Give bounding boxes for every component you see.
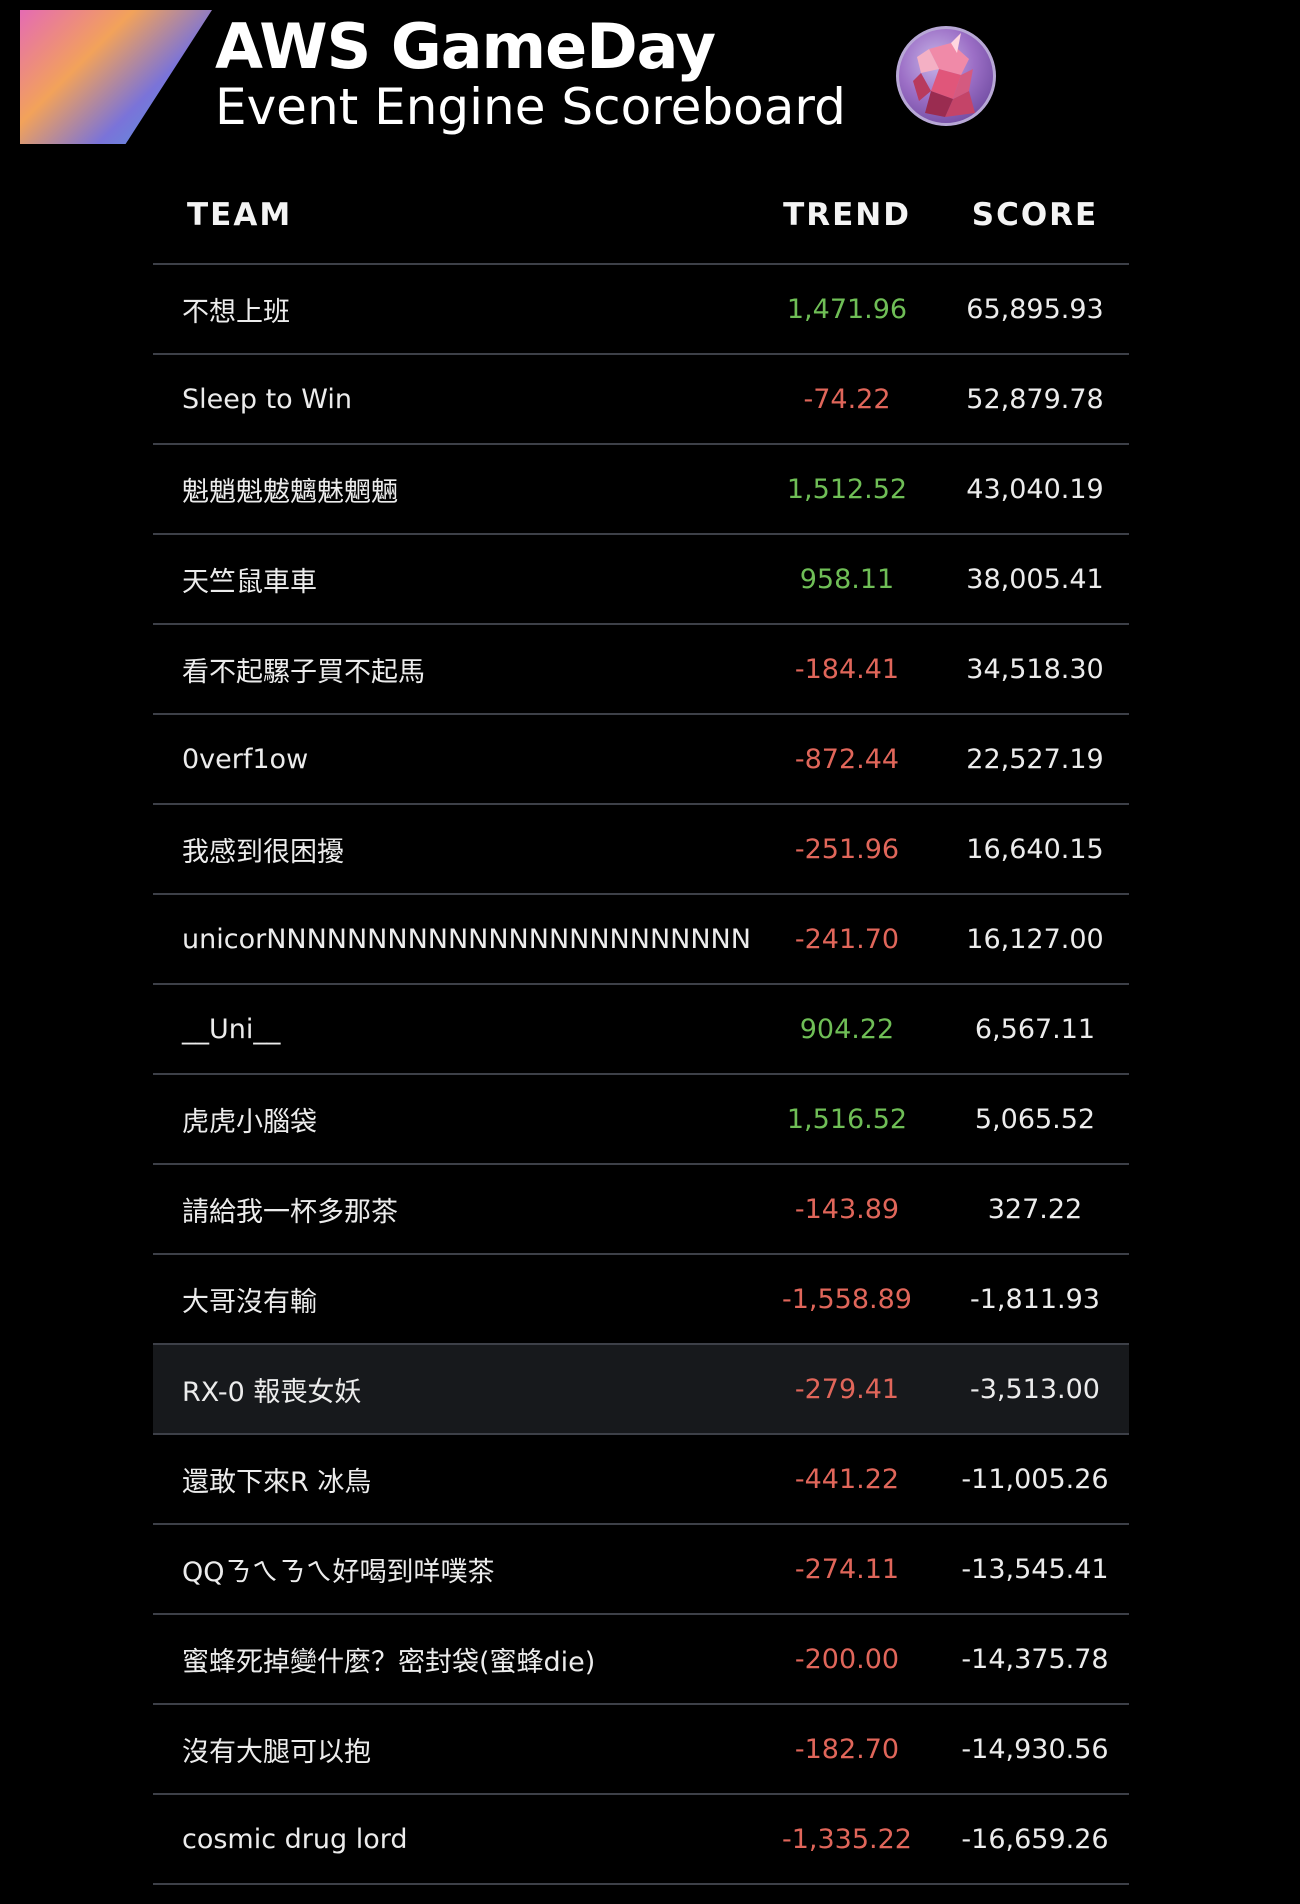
table-row: 虎虎小腦袋 1,516.52 5,065.52 (153, 1075, 1129, 1165)
score-value: 22,527.19 (966, 743, 1104, 775)
team-name: 還敢下來R 冰鳥 (182, 1466, 372, 1498)
team-name: 0verf1ow (182, 743, 309, 775)
table-row: 我感到很困擾 -251.96 16,640.15 (153, 805, 1129, 895)
trend-value: -143.89 (794, 1193, 900, 1225)
score-value: -1,811.93 (970, 1283, 1100, 1315)
table-row: cosmic drug lord -1,335.22 -16,659.26 (153, 1795, 1129, 1885)
team-name: 魁魈魁魃魑魅魍魎 (182, 476, 398, 508)
trend-value: -74.22 (803, 383, 891, 415)
team-name: unicorNNNNNNNNNNNNNNNNNNNNNNNN (182, 923, 751, 955)
team-name: RX-0 報喪女妖 (182, 1376, 362, 1408)
trend-value: -279.41 (794, 1373, 900, 1405)
table-row: 不想上班 1,471.96 65,895.93 (153, 265, 1129, 355)
score-value: 43,040.19 (966, 473, 1104, 505)
score-value: 16,640.15 (966, 833, 1104, 865)
team-name: 不想上班 (182, 296, 290, 328)
team-name: cosmic drug lord (182, 1823, 408, 1855)
table-row: 請給我一杯多那茶 -143.89 327.22 (153, 1165, 1129, 1255)
table-row: 魁魈魁魃魑魅魍魎 1,512.52 43,040.19 (153, 445, 1129, 535)
trend-value: 958.11 (799, 563, 895, 595)
trend-value: -241.70 (794, 923, 900, 955)
trend-value: 1,516.52 (786, 1103, 908, 1135)
team-name: 沒有大腿可以抱 (182, 1736, 371, 1768)
trend-value: 1,512.52 (786, 473, 908, 505)
trend-value: 1,471.96 (786, 293, 908, 325)
score-value: -14,930.56 (961, 1733, 1109, 1765)
table-row: Sleep to Win -74.22 52,879.78 (153, 355, 1129, 445)
score-value: -3,513.00 (970, 1373, 1100, 1405)
score-value: 327.22 (987, 1193, 1083, 1225)
trend-value: -872.44 (794, 743, 900, 775)
score-value: 65,895.93 (966, 293, 1104, 325)
team-name: 蜜蜂死掉變什麼？密封袋(蜜蜂die) (182, 1646, 596, 1678)
table-header-row: TEAM TREND SCORE (153, 166, 1129, 265)
page-title: AWS GameDay (215, 10, 716, 83)
trend-value: -184.41 (794, 653, 900, 685)
team-name: 大哥沒有輸 (182, 1286, 317, 1318)
table-row: 天竺鼠車車 958.11 38,005.41 (153, 535, 1129, 625)
score-value: -14,375.78 (961, 1643, 1109, 1675)
team-name: 虎虎小腦袋 (182, 1106, 317, 1138)
table-row: 0verf1ow -872.44 22,527.19 (153, 715, 1129, 805)
table-row-highlighted: RX-0 報喪女妖 -279.41 -3,513.00 (153, 1345, 1129, 1435)
score-value: -16,659.26 (961, 1823, 1109, 1855)
page-subtitle: Event Engine Scoreboard (215, 78, 846, 136)
trend-value: -200.00 (794, 1643, 900, 1675)
table-row: 大哥沒有輸 -1,558.89 -1,811.93 (153, 1255, 1129, 1345)
gameday-logo (20, 10, 212, 144)
team-name: 看不起騾子買不起馬 (182, 656, 425, 688)
team-name: QQㄋㄟㄋㄟ好喝到咩噗茶 (182, 1556, 495, 1588)
team-name: 我感到很困擾 (182, 836, 344, 868)
unicorn-avatar-icon (896, 26, 996, 126)
score-value: 5,065.52 (974, 1103, 1096, 1135)
score-value: 6,567.11 (974, 1013, 1096, 1045)
trend-value: -441.22 (794, 1463, 900, 1495)
column-header-trend: TREND (783, 196, 911, 233)
scoreboard-table: TEAM TREND SCORE 不想上班 1,471.96 65,895.93… (153, 166, 1129, 1885)
column-header-team: TEAM (187, 196, 293, 233)
team-name: 天竺鼠車車 (182, 566, 317, 598)
team-name: __Uni__ (182, 1013, 281, 1045)
table-row: 沒有大腿可以抱 -182.70 -14,930.56 (153, 1705, 1129, 1795)
table-row: 還敢下來R 冰鳥 -441.22 -11,005.26 (153, 1435, 1129, 1525)
trend-value: 904.22 (799, 1013, 895, 1045)
score-value: -13,545.41 (961, 1553, 1109, 1585)
table-row: 看不起騾子買不起馬 -184.41 34,518.30 (153, 625, 1129, 715)
team-name: Sleep to Win (182, 383, 352, 415)
table-row: 蜜蜂死掉變什麼？密封袋(蜜蜂die) -200.00 -14,375.78 (153, 1615, 1129, 1705)
score-value: -11,005.26 (961, 1463, 1109, 1495)
table-row: unicorNNNNNNNNNNNNNNNNNNNNNNNN -241.70 1… (153, 895, 1129, 985)
trend-value: -274.11 (794, 1553, 900, 1585)
score-value: 16,127.00 (966, 923, 1104, 955)
trend-value: -251.96 (794, 833, 900, 865)
score-value: 52,879.78 (966, 383, 1104, 415)
table-row: QQㄋㄟㄋㄟ好喝到咩噗茶 -274.11 -13,545.41 (153, 1525, 1129, 1615)
score-value: 38,005.41 (966, 563, 1104, 595)
score-value: 34,518.30 (966, 653, 1104, 685)
trend-value: -1,558.89 (782, 1283, 912, 1315)
column-header-score: SCORE (971, 196, 1099, 233)
page-header: AWS GameDay Event Engine Scoreboard (0, 0, 1300, 160)
trend-value: -1,335.22 (782, 1823, 912, 1855)
team-name: 請給我一杯多那茶 (182, 1196, 398, 1228)
trend-value: -182.70 (794, 1733, 900, 1765)
table-row: __Uni__ 904.22 6,567.11 (153, 985, 1129, 1075)
